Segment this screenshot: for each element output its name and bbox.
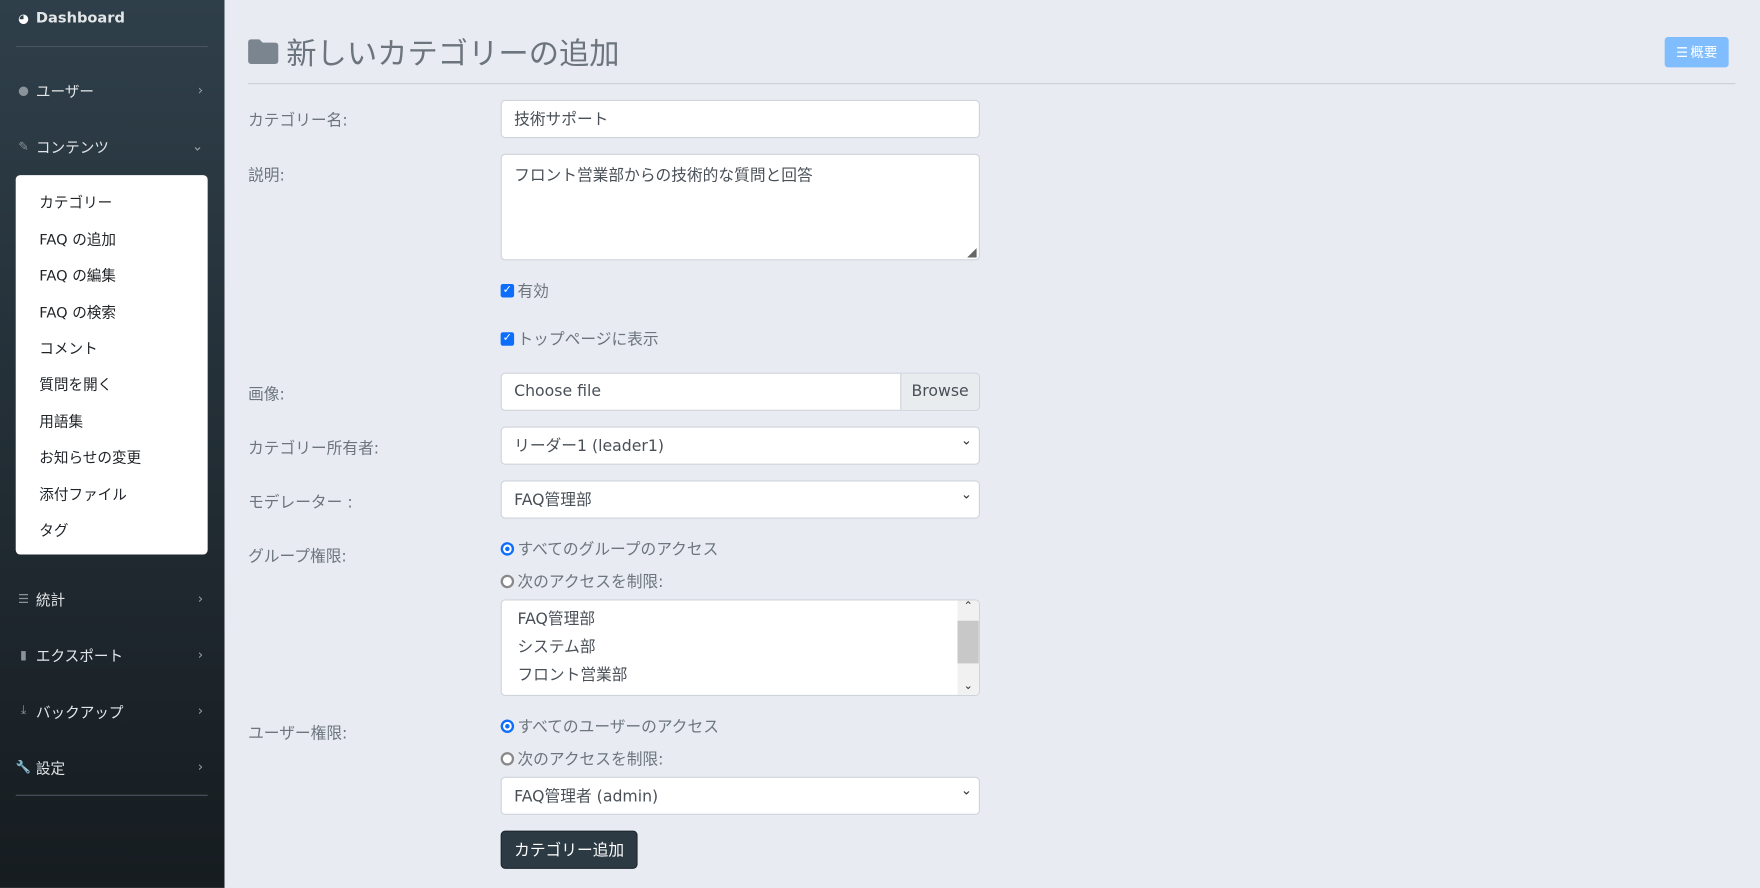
chevron-right-icon: › — [197, 646, 204, 663]
image-file-input[interactable]: Choose file Browse — [500, 372, 980, 411]
edit-icon: ✎ — [18, 138, 29, 154]
chevron-right-icon: › — [197, 590, 204, 607]
submenu-item[interactable]: FAQ の追加 — [39, 228, 116, 249]
radio-label: すべてのグループのアクセス — [517, 541, 719, 560]
submenu-item[interactable]: FAQ の編集 — [39, 264, 116, 285]
scroll-up-icon[interactable]: ⌃ — [957, 601, 978, 621]
scroll-down-icon[interactable]: ⌄ — [957, 680, 978, 692]
toppage-checkbox[interactable]: ✓ トップページに表示 — [500, 328, 659, 350]
submenu-item[interactable]: コメント — [39, 337, 97, 358]
sidebar-item-content[interactable]: ✎ コンテンツ ⌄ — [16, 132, 208, 159]
radio-selected-icon — [500, 719, 515, 733]
radio-unselected-icon — [500, 574, 515, 589]
submenu-item[interactable]: 添付ファイル — [39, 483, 127, 504]
radio-label: すべてのユーザーのアクセス — [517, 718, 719, 737]
list-option[interactable]: フロント営業部 — [517, 663, 963, 691]
group-all-radio[interactable]: すべてのグループのアクセス — [500, 538, 719, 560]
group-permission-label: グループ権限: — [248, 547, 347, 566]
select-value: リーダー1 (leader1) — [514, 437, 664, 456]
sidebar: ◕ Dashboard ● ユーザー › ✎ コンテンツ ⌄ カテゴリー FAQ の追加 … — [0, 0, 225, 888]
submenu-item[interactable]: タグ — [39, 519, 68, 540]
chevron-right-icon: › — [197, 758, 204, 775]
sidebar-item-label: 統計 — [35, 592, 66, 609]
group-restrict-radio[interactable]: 次のアクセスを制限: — [500, 570, 664, 592]
checkbox-checked-icon: ✓ — [500, 332, 515, 346]
sidebar-item-label: コンテンツ — [35, 139, 109, 157]
dashboard-icon: ◕ — [18, 10, 29, 26]
wrench-icon: 🔧 — [15, 759, 32, 774]
user-restrict-radio[interactable]: 次のアクセスを制限: — [500, 748, 664, 770]
checkbox-label: トップページに表示 — [517, 331, 659, 350]
chevron-right-icon: › — [197, 81, 204, 98]
description-textarea[interactable]: フロント営業部からの技術的な質問と回答 ◢ — [500, 153, 980, 261]
overview-button[interactable]: ☰ 概要 — [1664, 37, 1729, 68]
group-listbox[interactable]: FAQ管理部 システム部 フロント営業部 ⌃ ⌄ — [500, 599, 980, 696]
user-icon: ● — [18, 82, 29, 98]
sidebar-item-label: 設定 — [35, 760, 66, 778]
sidebar-item-backup[interactable]: ⤓ バックアップ › — [16, 697, 208, 724]
sidebar-item-stats[interactable]: ☰ 統計 › — [16, 585, 208, 612]
submenu-item[interactable]: 用語集 — [39, 410, 83, 431]
submenu-item[interactable]: 質問を開く — [39, 373, 112, 394]
owner-label: カテゴリー所有者: — [248, 440, 380, 458]
divider — [15, 794, 208, 796]
textarea-value: フロント営業部からの技術的な質問と回答 — [514, 167, 813, 186]
browse-button[interactable]: Browse — [900, 373, 979, 410]
sidebar-item-label: バックアップ — [35, 704, 124, 722]
list-option[interactable]: FAQ管理部 — [517, 607, 963, 635]
sidebar-dashboard[interactable]: ◕ Dashboard — [16, 4, 208, 31]
select-value: FAQ管理部 — [514, 491, 592, 510]
name-label: カテゴリー名: — [248, 112, 348, 131]
sidebar-item-label: ユーザー — [35, 83, 95, 101]
radio-label: 次のアクセスを制限: — [517, 750, 664, 769]
folder-icon — [248, 38, 279, 64]
submenu-item[interactable]: お知らせの変更 — [39, 446, 141, 467]
radio-unselected-icon — [500, 752, 515, 766]
divider — [248, 83, 1736, 85]
owner-select[interactable]: リーダー1 (leader1) — [500, 426, 980, 465]
add-category-button[interactable]: カテゴリー追加 — [500, 830, 638, 869]
moderator-select[interactable]: FAQ管理部 — [500, 480, 980, 519]
overview-label: 概要 — [1690, 44, 1718, 61]
resize-handle-icon[interactable]: ◢ — [967, 245, 977, 260]
submenu-item[interactable]: カテゴリー — [39, 191, 112, 212]
stats-icon: ☰ — [18, 590, 30, 606]
image-label: 画像: — [248, 386, 285, 405]
checkbox-label: 有効 — [517, 282, 549, 301]
scrollbar[interactable]: ⌃ ⌄ — [957, 600, 979, 695]
list-option[interactable]: システム部 — [517, 635, 963, 663]
sidebar-item-settings[interactable]: 🔧 設定 › — [16, 753, 208, 780]
description-label: 説明: — [248, 167, 285, 186]
download-icon: ⤓ — [20, 702, 27, 718]
content-submenu: カテゴリー FAQ の追加 FAQ の編集 FAQ の検索 コメント 質問を開く… — [15, 175, 208, 555]
user-permission-label: ユーザー権限: — [248, 725, 348, 744]
radio-label: 次のアクセスを制限: — [517, 573, 664, 592]
input-value: 技術サポート — [514, 111, 609, 130]
page-title-text: 新しいカテゴリーの追加 — [286, 37, 620, 72]
select-value: FAQ管理者 (admin) — [514, 787, 659, 806]
sidebar-item-label: エクスポート — [35, 648, 124, 666]
list-icon: ☰ — [1676, 44, 1689, 61]
user-all-radio[interactable]: すべてのユーザーのアクセス — [500, 715, 719, 737]
page-title: 新しいカテゴリーの追加 — [248, 29, 620, 73]
radio-selected-icon — [500, 542, 515, 556]
submenu-item[interactable]: FAQ の検索 — [39, 301, 116, 322]
category-name-input[interactable]: 技術サポート — [500, 99, 980, 139]
main-content: 新しいカテゴリーの追加 ☰ 概要 カテゴリー名: 技術サポート 説明: フロント営… — [224, 0, 1760, 888]
active-checkbox[interactable]: ✓ 有効 — [500, 280, 549, 302]
sidebar-item-label: Dashboard — [35, 9, 125, 27]
moderator-label: モデレーター : — [248, 493, 353, 512]
file-placeholder: Choose file — [514, 382, 602, 401]
divider — [15, 46, 208, 48]
file-icon: ▮ — [20, 647, 27, 662]
sidebar-item-users[interactable]: ● ユーザー › — [16, 76, 208, 103]
chevron-right-icon: › — [197, 702, 204, 719]
checkbox-checked-icon: ✓ — [500, 283, 515, 298]
user-select[interactable]: FAQ管理者 (admin) — [500, 776, 980, 815]
chevron-down-icon: ⌄ — [191, 138, 204, 154]
scrollbar-thumb[interactable] — [957, 620, 979, 664]
sidebar-item-export[interactable]: ▮ エクスポート › — [16, 641, 208, 668]
